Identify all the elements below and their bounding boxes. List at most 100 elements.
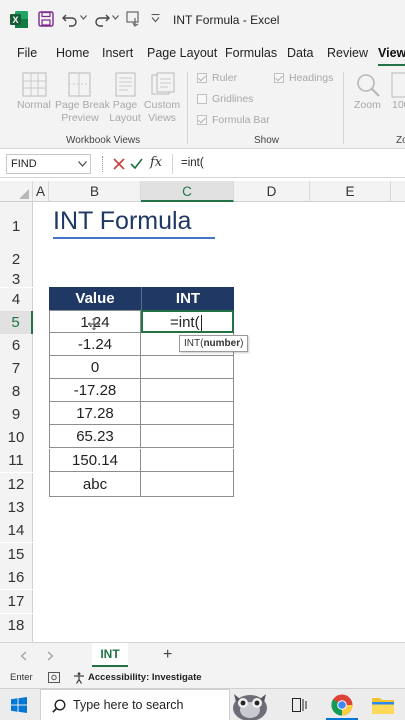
int-cell[interactable] (140, 356, 234, 379)
tab-view[interactable]: View (378, 46, 405, 60)
sheet-tab-int[interactable]: INT (92, 643, 128, 667)
prev-sheet-icon[interactable] (20, 651, 27, 661)
next-sheet-icon[interactable] (47, 651, 54, 661)
save-icon[interactable] (38, 11, 54, 27)
chrome-icon[interactable] (331, 694, 353, 716)
ruler-checkbox[interactable]: Ruler (197, 72, 237, 84)
value-cell[interactable]: 0 (49, 356, 141, 379)
page-layout-view-button[interactable] (113, 72, 138, 97)
tab-file[interactable]: File (17, 46, 37, 60)
row-header-17[interactable]: 17 (0, 590, 33, 613)
column-header-c[interactable]: C (141, 181, 234, 202)
page-layout-label-1: Page (112, 99, 138, 111)
active-cell-c5[interactable]: =int( (141, 310, 234, 333)
column-header-b[interactable]: B (49, 181, 141, 202)
tab-review[interactable]: Review (327, 46, 368, 60)
int-cell[interactable] (140, 425, 234, 448)
cancel-icon[interactable] (113, 158, 125, 170)
row-header-13[interactable]: 13 (0, 496, 33, 519)
gridlines-check-icon (197, 94, 207, 104)
row-header-6[interactable]: 6 (0, 334, 33, 357)
window-title: INT Formula - Excel (173, 13, 280, 27)
row-header-4[interactable]: 4 (0, 288, 33, 311)
sheet-tab-bar: INT + (0, 642, 405, 668)
int-cell[interactable] (140, 379, 234, 402)
windows-start-icon[interactable] (11, 697, 27, 713)
zoom-button[interactable] (355, 72, 381, 98)
row-header-7[interactable]: 7 (0, 357, 33, 380)
touch-mode-icon[interactable] (126, 11, 142, 27)
tooltip-argument: number (203, 338, 241, 349)
custom-views-label-2: Views (148, 112, 176, 124)
formula-input[interactable]: =int( (181, 157, 204, 169)
formula-bar-checkbox[interactable]: Formula Bar (197, 114, 270, 126)
tab-page-layout[interactable]: Page Layout (147, 46, 217, 60)
value-cell[interactable]: 17.28 (49, 402, 141, 425)
function-tooltip[interactable]: INT(number) (179, 335, 249, 352)
macro-record-icon[interactable] (48, 672, 60, 683)
task-view-icon[interactable] (292, 698, 308, 712)
gridlines-label: Gridlines (212, 93, 254, 105)
column-header-f[interactable] (391, 181, 405, 202)
page-break-preview-button[interactable] (67, 72, 92, 97)
column-headers: A B C D E (0, 181, 405, 202)
normal-view-button[interactable] (17, 72, 53, 97)
header-value[interactable]: Value (49, 287, 141, 310)
int-cell[interactable] (140, 449, 234, 472)
headings-checkbox[interactable]: Headings (274, 72, 333, 84)
workbook-views-group-label: Workbook Views (66, 135, 141, 146)
undo-dropdown-icon[interactable] (80, 15, 87, 20)
taskbar-search-box[interactable]: Type here to search (40, 689, 230, 720)
sheet-tab-label: INT (100, 647, 120, 661)
zoom-label: Zoom (354, 99, 381, 111)
row-header-1[interactable]: 1 (0, 202, 33, 248)
ribbon-tabs: File Home Insert Page Layout Formulas Da… (0, 38, 405, 66)
ruler-check-icon (197, 73, 207, 83)
column-header-d[interactable]: D (234, 181, 310, 202)
accessibility-status[interactable]: Accessibility: Investigate (88, 672, 202, 683)
gridlines-checkbox[interactable]: Gridlines (197, 93, 253, 105)
page-break-preview-icon (67, 72, 92, 97)
redo-icon[interactable] (94, 11, 110, 27)
tab-formulas[interactable]: Formulas (225, 46, 277, 60)
enter-icon[interactable] (130, 158, 143, 170)
row-header-10[interactable]: 10 (0, 426, 33, 449)
row-header-8[interactable]: 8 (0, 380, 33, 403)
int-cell[interactable] (140, 472, 234, 497)
file-explorer-icon[interactable] (372, 695, 394, 715)
row-header-18[interactable]: 18 (0, 614, 33, 642)
tab-home[interactable]: Home (56, 46, 89, 60)
value-cell[interactable]: -1.24 (49, 333, 141, 356)
row-header-11[interactable]: 11 (0, 449, 33, 472)
row-header-15[interactable]: 15 (0, 543, 33, 566)
row-header-3[interactable]: 3 (0, 264, 33, 288)
int-cell[interactable] (140, 402, 234, 425)
select-all-corner[interactable] (0, 181, 33, 202)
tab-insert[interactable]: Insert (102, 46, 133, 60)
row-header-16[interactable]: 16 (0, 566, 33, 589)
tab-data[interactable]: Data (287, 46, 313, 60)
value-cell[interactable]: 150.14 (49, 449, 141, 472)
zoom-100-button[interactable] (391, 72, 405, 98)
row-header-9[interactable]: 9 (0, 403, 33, 426)
row-header-12[interactable]: 12 (0, 473, 33, 496)
name-box-dropdown-icon[interactable] (78, 161, 87, 167)
insert-function-icon[interactable]: fx (150, 155, 162, 170)
headings-label: Headings (289, 72, 334, 84)
custom-views-button[interactable] (150, 72, 175, 97)
customize-qat-icon[interactable] (151, 14, 160, 23)
header-int[interactable]: INT (141, 287, 234, 310)
redo-dropdown-icon[interactable] (112, 15, 119, 20)
value-cell[interactable]: -17.28 (49, 379, 141, 402)
custom-views-label-1: Custom (143, 99, 181, 111)
undo-icon[interactable] (62, 11, 78, 27)
accessibility-icon[interactable] (73, 672, 85, 684)
row-header-5[interactable]: 5 (0, 311, 33, 334)
normal-view-label: Normal (17, 99, 51, 111)
add-sheet-button[interactable]: + (163, 646, 172, 664)
value-cell[interactable]: 65.23 (49, 425, 141, 448)
row-header-14[interactable]: 14 (0, 519, 33, 542)
column-header-a[interactable]: A (33, 181, 49, 202)
column-header-e[interactable]: E (310, 181, 391, 202)
value-cell[interactable]: abc (49, 472, 141, 497)
